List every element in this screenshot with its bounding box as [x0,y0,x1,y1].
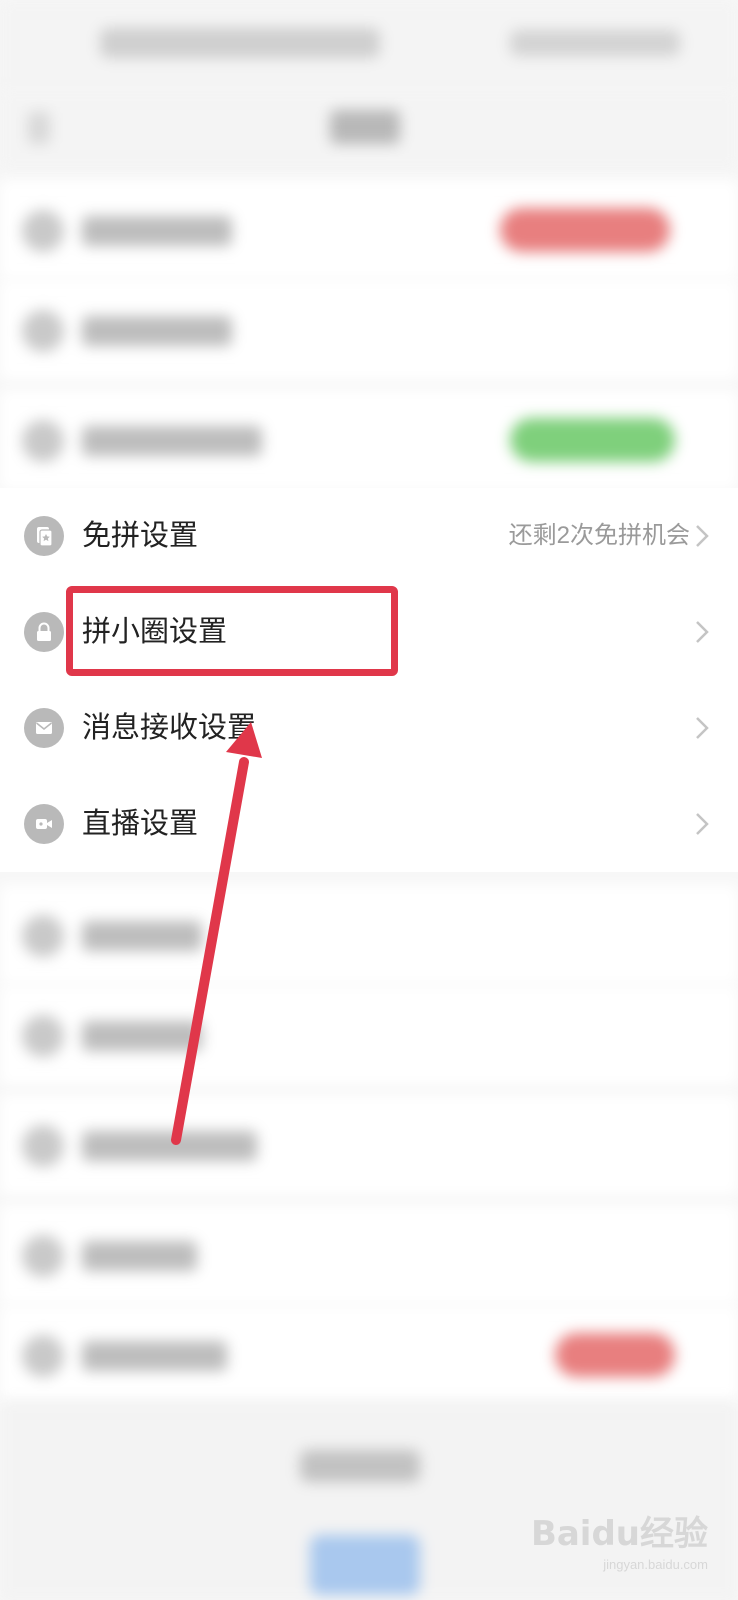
watermark-brand: Baidu经验 [530,1514,708,1554]
annotation-arrow [171,722,262,1145]
baidu-watermark: Baidu经验 jingyan.baidu.com [531,1506,708,1572]
watermark-url: jingyan.baidu.com [603,1557,708,1572]
